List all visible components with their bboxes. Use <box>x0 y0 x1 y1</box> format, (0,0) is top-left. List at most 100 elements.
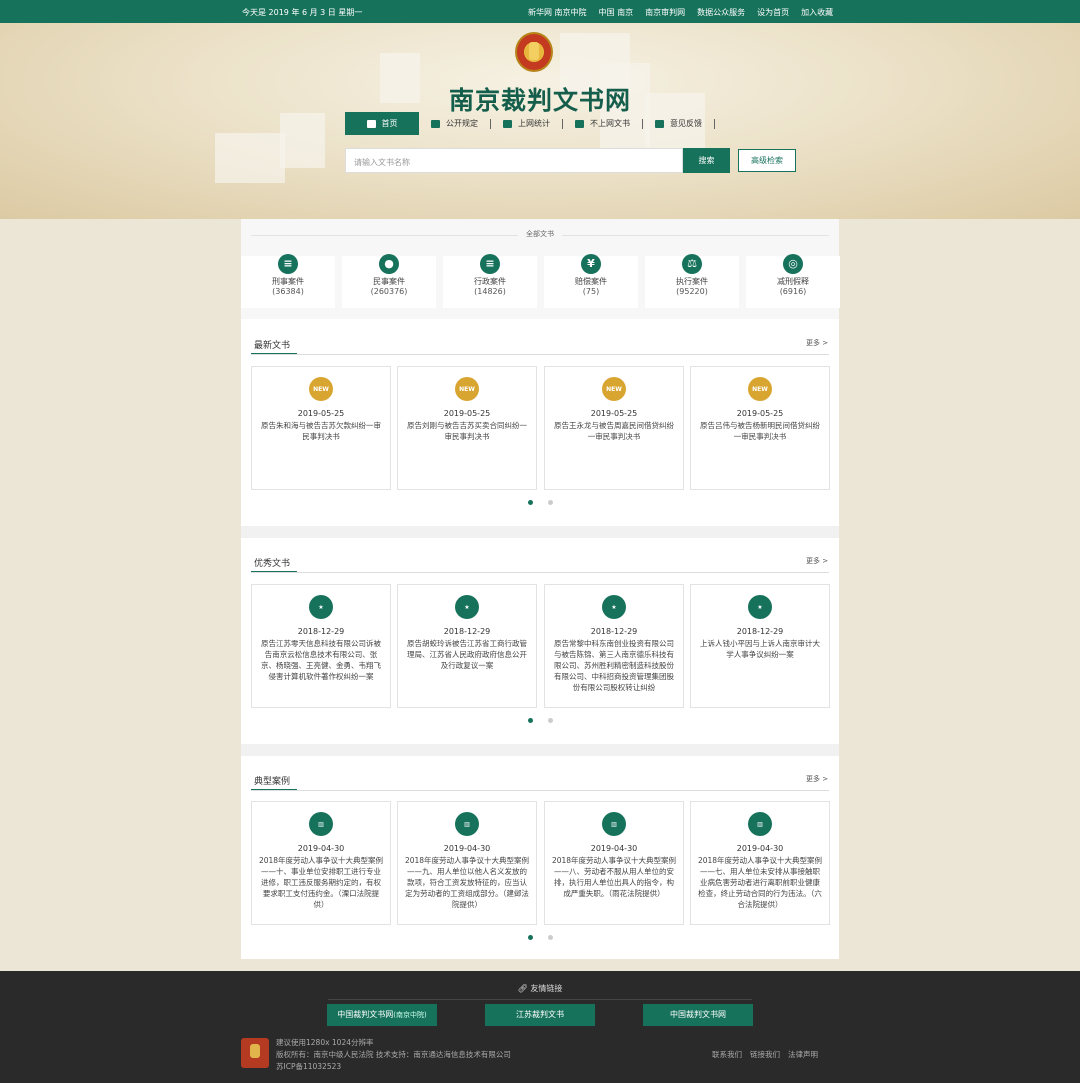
books-icon: ▥ <box>602 812 626 836</box>
card-title: 上诉人钱小平因与上诉人南京审计大学人事争议纠纷一案 <box>700 639 820 659</box>
top-link[interactable]: 新华网 南京中院 <box>528 7 587 18</box>
current-date: 今天是 2019 年 6 月 3 日 星期一 <box>242 8 363 17</box>
nav-offline-docs[interactable]: 不上网文书 <box>563 112 642 135</box>
category-count: (95220) <box>676 287 708 296</box>
card-title: 2018年度劳动人事争议十大典型案例——七、用人单位未安排从事接触职业病危害劳动… <box>697 856 823 909</box>
card-date: 2019-05-25 <box>590 409 638 418</box>
category-administrative[interactable]: ≡ 行政案件 (14826) <box>443 254 537 308</box>
nav-public-rules[interactable]: 公开规定 <box>419 112 490 135</box>
card-title: 2018年度劳动人事争议十大典型案例——八、劳动者不服从用人单位的安排，执行用人… <box>551 856 677 898</box>
typical-cases-section: 典型案例 更多 > ▥ 2019-04-30 2018年度劳动人事争议十大典型案… <box>241 756 839 959</box>
category-name: 民事案件 <box>373 277 405 286</box>
books-icon: ▥ <box>455 812 479 836</box>
document-icon <box>575 119 584 128</box>
new-badge-icon: NEW <box>309 377 333 401</box>
set-homepage-link[interactable]: 设为首页 <box>757 7 789 18</box>
court-logo-icon <box>241 1038 269 1068</box>
add-favorite-link[interactable]: 加入收藏 <box>801 7 833 18</box>
card-title: 原告吕伟与被告杨新明民间借贷纠纷一审民事判决书 <box>700 421 820 441</box>
top-link[interactable]: 数据公众服务 <box>697 7 745 18</box>
carousel-dot[interactable] <box>548 935 553 940</box>
star-book-icon: ★ <box>748 595 772 619</box>
card-title: 2018年度劳动人事争议十大典型案例——十、事业单位安排职工进行专业进修，职工违… <box>258 856 384 909</box>
nav-statistics[interactable]: 上网统计 <box>491 112 562 135</box>
chat-icon <box>655 119 664 128</box>
link-icon: 🔗︎ <box>517 984 528 993</box>
category-civil[interactable]: ● 民事案件 (260376) <box>342 254 436 308</box>
case-card[interactable]: ▥ 2019-04-30 2018年度劳动人事争议十大典型案例——八、劳动者不服… <box>544 801 684 925</box>
search-input[interactable]: 请输入文书名称 <box>345 148 683 173</box>
link-china-judgments[interactable]: 中国裁判文书网 <box>643 1004 753 1026</box>
link-china-judgments-nanjing[interactable]: 中国裁判文书网(南京中院) <box>327 1004 437 1026</box>
court-emblem-icon <box>515 32 553 72</box>
card-title: 原告江苏零天信息科技有限公司诉被告南京云松信息技术有限公司、张京、杨晓强、王亮健… <box>261 639 381 681</box>
advanced-search-button[interactable]: 高级检索 <box>738 149 796 172</box>
nav-home[interactable]: 首页 <box>345 112 419 135</box>
carousel-dot-active[interactable] <box>528 500 533 505</box>
document-card[interactable]: ★ 2018-12-29 原告胡蛟玲诉被告江苏省工商行政管理局、江苏省人民政府政… <box>397 584 537 708</box>
carousel-dot[interactable] <box>548 718 553 723</box>
section-spacer <box>241 744 839 756</box>
gavel-icon: ⚖ <box>682 254 702 274</box>
card-date: 2019-04-30 <box>736 844 784 853</box>
carousel-dot[interactable] <box>548 500 553 505</box>
more-link[interactable]: 更多 > <box>806 556 828 566</box>
category-count: (36384) <box>272 287 304 296</box>
category-criminal[interactable]: ≡ 刑事案件 (36384) <box>241 254 335 308</box>
nav-label: 上网统计 <box>518 119 550 128</box>
carousel-dots <box>528 500 568 505</box>
case-card[interactable]: ▥ 2019-04-30 2018年度劳动人事争议十大典型案例——七、用人单位未… <box>690 801 830 925</box>
document-card[interactable]: ★ 2018-12-29 原告常黎中科东南创业投资有限公司与被告陈锦、第三人南京… <box>544 584 684 708</box>
category-compensation[interactable]: ¥ 赔偿案件 (75) <box>544 254 638 308</box>
document-card[interactable]: NEW 2019-05-25 原告朱和海与被告吉苏欠款纠纷一审民事判决书 <box>251 366 391 490</box>
search-button[interactable]: 搜索 <box>683 148 730 173</box>
copyright: 版权所有：南京中级人民法院 技术支持：南京通达海信息技术有限公司 <box>276 1050 511 1059</box>
carousel-dots <box>528 935 568 940</box>
carousel-dots <box>528 718 568 723</box>
category-commutation[interactable]: ◎ 减刑假释 (6916) <box>746 254 840 308</box>
divider <box>251 572 829 573</box>
books-icon: ▥ <box>309 812 333 836</box>
main-nav: 首页 公开规定 上网统计 不上网文书 意见反馈 <box>345 112 715 135</box>
nav-feedback[interactable]: 意见反馈 <box>643 112 714 135</box>
link-jiangsu-judgments[interactable]: 江苏裁判文书 <box>485 1004 595 1026</box>
contact-link[interactable]: 联系我们 <box>712 1049 742 1060</box>
new-badge-icon: NEW <box>602 377 626 401</box>
card-title: 原告刘刚与被告吉苏买卖合同纠纷一审民事判决书 <box>407 421 527 441</box>
top-bar: 今天是 2019 年 6 月 3 日 星期一 新华网 南京中院 中国 南京 南京… <box>0 0 1080 23</box>
case-card[interactable]: ▥ 2019-04-30 2018年度劳动人事争议十大典型案例——十、事业单位安… <box>251 801 391 925</box>
person-icon: ● <box>379 254 399 274</box>
card-date: 2019-04-30 <box>297 844 345 853</box>
legal-link[interactable]: 法律声明 <box>788 1049 818 1060</box>
card-date: 2018-12-29 <box>297 627 345 636</box>
books-star-icon: ≡ <box>278 254 298 274</box>
section-title: 典型案例 <box>254 777 291 787</box>
more-link[interactable]: 更多 > <box>806 338 828 348</box>
books-star-icon: ≡ <box>480 254 500 274</box>
monitor-icon <box>503 119 512 128</box>
card-date: 2018-12-29 <box>590 627 638 636</box>
document-card[interactable]: NEW 2019-05-25 原告吕伟与被告杨新明民间借贷纠纷一审民事判决书 <box>690 366 830 490</box>
top-link[interactable]: 南京审判网 <box>645 7 685 18</box>
document-card[interactable]: NEW 2019-05-25 原告王永龙与被告周嘉民间借贷纠纷一审民事判决书 <box>544 366 684 490</box>
footer-links: 联系我们 链接我们 法律声明 <box>712 1049 826 1060</box>
star-book-icon: ★ <box>602 595 626 619</box>
document-card[interactable]: ★ 2018-12-29 原告江苏零天信息科技有限公司诉被告南京云松信息技术有限… <box>251 584 391 708</box>
link-us-link[interactable]: 链接我们 <box>750 1049 780 1060</box>
top-link[interactable]: 中国 南京 <box>599 7 634 18</box>
carousel-dot-active[interactable] <box>528 718 533 723</box>
case-card[interactable]: ▥ 2019-04-30 2018年度劳动人事争议十大典型案例——九、用人单位以… <box>397 801 537 925</box>
carousel-dot-active[interactable] <box>528 935 533 940</box>
divider <box>251 354 829 355</box>
footer-info: 建议使用1280x 1024分辨率 版权所有：南京中级人民法院 技术支持：南京通… <box>276 1037 511 1073</box>
categories-label: 全部文书 <box>241 229 839 239</box>
home-icon <box>366 119 376 128</box>
document-card[interactable]: NEW 2019-05-25 原告刘刚与被告吉苏买卖合同纠纷一审民事判决书 <box>397 366 537 490</box>
yen-icon: ¥ <box>581 254 601 274</box>
category-execution[interactable]: ⚖ 执行案件 (95220) <box>645 254 739 308</box>
document-card[interactable]: ★ 2018-12-29 上诉人钱小平因与上诉人南京审计大学人事争议纠纷一案 <box>690 584 830 708</box>
category-name: 行政案件 <box>474 277 506 286</box>
more-link[interactable]: 更多 > <box>806 774 828 784</box>
card-date: 2019-05-25 <box>297 409 345 418</box>
excellent-documents-section: 优秀文书 更多 > ★ 2018-12-29 原告江苏零天信息科技有限公司诉被告… <box>241 538 839 744</box>
